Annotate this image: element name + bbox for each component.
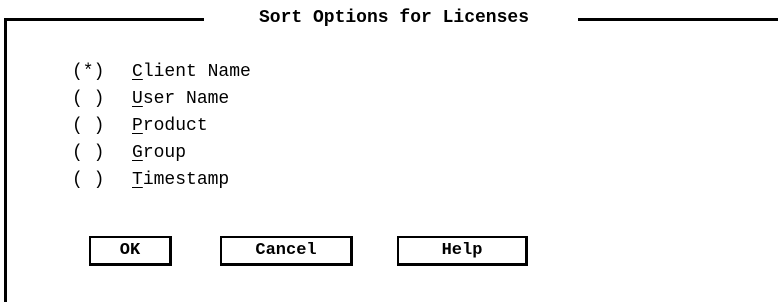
sort-option-client-name[interactable]: (*) Client Name — [72, 60, 251, 87]
option-hotkey: G — [132, 143, 143, 163]
sort-option-timestamp[interactable]: ( ) Timestamp — [72, 168, 251, 195]
option-label: User Name — [132, 87, 229, 114]
option-label-rest: roup — [142, 143, 187, 163]
option-label-rest: ser Name — [142, 89, 230, 109]
radio-marker[interactable]: ( ) — [72, 114, 132, 141]
ok-button[interactable]: OK — [89, 236, 172, 266]
option-label-rest: roduct — [142, 116, 208, 136]
dialog-frame-top-border-left — [4, 18, 204, 21]
dialog-frame-top-border-right — [578, 18, 778, 21]
sort-options-group: (*) Client Name ( ) User Name ( ) Produc… — [72, 60, 251, 195]
option-label: Group — [132, 141, 186, 168]
option-label-rest: lient Name — [142, 62, 251, 82]
dialog-frame-left-border — [4, 18, 7, 302]
option-hotkey: T — [132, 170, 143, 190]
cancel-button[interactable]: Cancel — [220, 236, 353, 266]
radio-marker[interactable]: ( ) — [72, 141, 132, 168]
option-label: Client Name — [132, 60, 251, 87]
option-label: Product — [132, 114, 208, 141]
option-hotkey: C — [132, 62, 143, 82]
option-label: Timestamp — [132, 168, 229, 195]
radio-marker[interactable]: ( ) — [72, 168, 132, 195]
sort-option-user-name[interactable]: ( ) User Name — [72, 87, 251, 114]
option-hotkey: P — [132, 116, 143, 136]
dialog-title: Sort Options for Licenses — [258, 8, 530, 28]
help-button[interactable]: Help — [397, 236, 528, 266]
sort-option-group[interactable]: ( ) Group — [72, 141, 251, 168]
radio-marker[interactable]: (*) — [72, 60, 132, 87]
option-label-rest: imestamp — [142, 170, 230, 190]
option-hotkey: U — [132, 89, 143, 109]
radio-marker[interactable]: ( ) — [72, 87, 132, 114]
sort-option-product[interactable]: ( ) Product — [72, 114, 251, 141]
